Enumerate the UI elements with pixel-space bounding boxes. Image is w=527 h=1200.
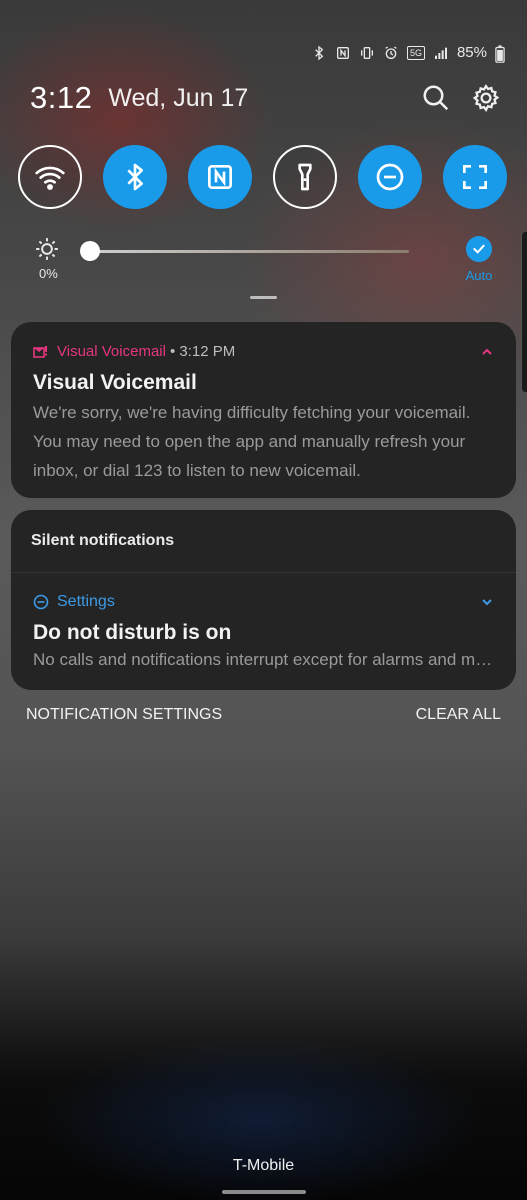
chevron-down-icon[interactable] xyxy=(480,595,494,609)
clear-all-button[interactable]: CLEAR ALL xyxy=(416,706,501,724)
dnd-notification-title[interactable]: Do not disturb is on xyxy=(33,621,231,645)
wifi-toggle[interactable] xyxy=(18,145,82,209)
5g-signal-icon: 5G xyxy=(406,45,425,60)
brightness-slider-track[interactable] xyxy=(90,250,409,253)
notification-settings-button[interactable]: NOTIFICATION SETTINGS xyxy=(26,706,222,724)
notification-actions: NOTIFICATION SETTINGS CLEAR ALL xyxy=(26,706,501,724)
sun-icon xyxy=(36,238,58,260)
bluetooth-icon xyxy=(311,45,327,61)
dnd-icon xyxy=(33,594,49,610)
dnd-toggle[interactable] xyxy=(358,145,422,209)
voicemail-time: • 3:12 PM xyxy=(169,343,236,360)
check-icon xyxy=(473,244,485,254)
settings-notification-header[interactable]: Settings xyxy=(33,593,494,611)
carrier-label: T-Mobile xyxy=(232,1157,295,1174)
nfc-icon xyxy=(335,45,351,61)
signal-icon xyxy=(433,45,449,61)
edge-panel-handle[interactable] xyxy=(521,232,527,392)
nfc-toggle[interactable] xyxy=(188,145,252,209)
alarm-icon xyxy=(383,45,399,61)
nfc-icon xyxy=(208,165,232,189)
vibrate-icon xyxy=(359,45,375,61)
settings-app-name: Settings xyxy=(57,593,115,610)
silent-notifications-header: Silent notifications xyxy=(11,510,516,573)
home-indicator[interactable] xyxy=(222,1190,306,1194)
date: Wed, Jun 17 xyxy=(108,83,249,112)
crop-icon xyxy=(463,165,487,189)
quick-settings-toggles xyxy=(18,145,507,209)
chevron-up-icon[interactable] xyxy=(480,345,494,359)
brightness-percent: 0% xyxy=(39,266,58,281)
voicemail-notification[interactable]: Visual Voicemail • 3:12 PM Visual Voicem… xyxy=(11,322,516,498)
brightness-control: 0% Auto xyxy=(30,236,499,286)
voicemail-app-name: Visual Voicemail xyxy=(57,343,166,360)
wifi-icon xyxy=(35,166,65,190)
silent-notifications-group: Silent notifications Settings Do not dis… xyxy=(11,510,516,690)
flashlight-icon xyxy=(298,163,312,191)
auto-brightness-toggle[interactable]: Auto xyxy=(459,236,499,283)
voicemail-body: We're sorry, we're having difficulty fet… xyxy=(33,403,471,480)
voicemail-title: Visual Voicemail xyxy=(33,371,197,394)
screen-capture-toggle[interactable] xyxy=(443,145,507,209)
flashlight-toggle[interactable] xyxy=(273,145,337,209)
dnd-icon xyxy=(376,163,404,191)
clock: 3:12 xyxy=(30,80,93,115)
search-icon xyxy=(423,85,449,111)
settings-button[interactable] xyxy=(469,81,503,115)
search-button[interactable] xyxy=(419,81,453,115)
bluetooth-toggle[interactable] xyxy=(103,145,167,209)
panel-header: 3:12 Wed, Jun 17 xyxy=(30,78,503,118)
auto-brightness-label: Auto xyxy=(465,268,493,283)
battery-icon xyxy=(495,44,505,63)
voicemail-app-icon xyxy=(33,345,47,358)
panel-drag-handle[interactable] xyxy=(250,296,277,299)
silent-notifications-label: Silent notifications xyxy=(31,532,175,549)
status-bar: 5G 85% xyxy=(311,44,505,63)
bluetooth-icon xyxy=(127,163,143,191)
dnd-notification-body: No calls and notifications interrupt exc… xyxy=(33,650,494,669)
gear-icon xyxy=(472,84,500,113)
brightness-slider-thumb[interactable] xyxy=(80,241,100,261)
battery-percent: 85% xyxy=(456,44,487,61)
